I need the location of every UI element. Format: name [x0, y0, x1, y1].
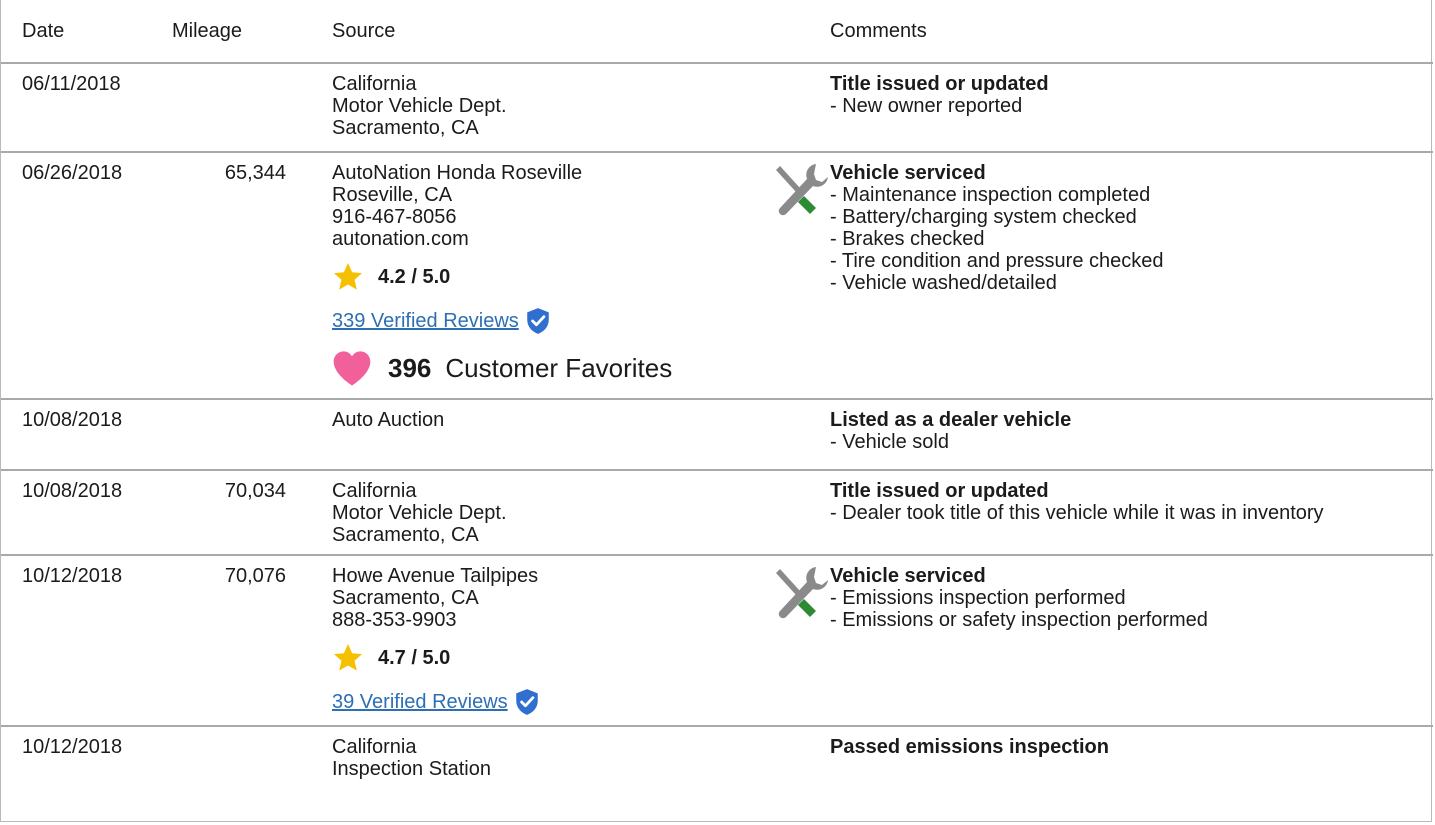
source-line: California [332, 736, 417, 758]
rating: 4.2 / 5.0 [332, 260, 751, 294]
comment-item: - Dealer took title of this vehicle whil… [830, 502, 1324, 524]
comment-title: Title issued or updated [830, 480, 1049, 502]
source-line: Sacramento, CA [332, 587, 479, 609]
source-line: Sacramento, CA [332, 524, 479, 546]
comment-item: - Emissions or safety inspection perform… [830, 609, 1208, 631]
vehicle-history-table: Date Mileage Source Comments 06/11/2018 … [1, 0, 1433, 788]
header-mileage: Mileage [152, 0, 312, 64]
table-header-row: Date Mileage Source Comments [1, 0, 1433, 64]
comments-cell: Passed emissions inspection [752, 726, 1433, 788]
customer-favorites: 396 Customer Favorites [332, 346, 751, 390]
mileage-cell: 70,034 [152, 470, 312, 556]
source-line: Auto Auction [332, 409, 445, 431]
source-line: Roseville, CA [332, 184, 453, 206]
source-cell: Auto Auction [312, 399, 752, 471]
source-line: Howe Avenue Tailpipes [332, 565, 539, 587]
star-icon [334, 263, 362, 290]
rating: 4.7 / 5.0 [332, 641, 751, 675]
heart-icon [333, 351, 371, 386]
verified-reviews-link[interactable]: 339 Verified Reviews [332, 310, 519, 332]
table-row: 06/26/2018 65,344 AutoNation Honda Rosev… [1, 152, 1433, 400]
mileage-cell: 65,344 [152, 152, 312, 400]
comment-title: Title issued or updated [830, 73, 1049, 95]
mileage-cell [152, 399, 312, 471]
table-row: 10/08/2018 Auto Auction Listed as a deal… [1, 399, 1433, 471]
comment-item: - Tire condition and pressure checked [830, 250, 1164, 272]
vehicle-history-table-frame: Date Mileage Source Comments 06/11/2018 … [0, 0, 1433, 822]
date-cell: 10/08/2018 [1, 470, 152, 556]
comment-item: - Vehicle washed/detailed [830, 272, 1057, 294]
date-cell: 10/12/2018 [1, 555, 152, 727]
source-line: 888-353-9903 [332, 609, 457, 631]
source-line: Motor Vehicle Dept. [332, 95, 507, 117]
table-row: 06/11/2018 California Motor Vehicle Dept… [1, 63, 1433, 153]
comments-cell: Title issued or updated - New owner repo… [752, 63, 1433, 153]
table-row: 10/12/2018 70,076 Howe Avenue Tailpipes … [1, 555, 1433, 727]
comments-cell: Vehicle serviced - Maintenance inspectio… [752, 152, 1433, 400]
header-comments: Comments [752, 0, 1433, 64]
mileage-cell [152, 726, 312, 788]
comment-title: Vehicle serviced [830, 565, 986, 587]
date-cell: 10/08/2018 [1, 399, 152, 471]
table-row: 10/08/2018 70,034 California Motor Vehic… [1, 470, 1433, 556]
reviews: 339 Verified Reviews [332, 306, 751, 336]
source-cell: AutoNation Honda Roseville Roseville, CA… [312, 152, 752, 400]
star-icon [334, 644, 362, 671]
comments-cell: Listed as a dealer vehicle - Vehicle sol… [752, 399, 1433, 471]
favorites-label: Customer Favorites [445, 353, 673, 383]
source-cell: California Motor Vehicle Dept. Sacrament… [312, 470, 752, 556]
favorites-count: 396 [388, 353, 432, 383]
source-line: AutoNation Honda Roseville [332, 162, 583, 184]
date-cell: 10/12/2018 [22, 736, 123, 758]
comment-item: - New owner reported [830, 95, 1023, 117]
comment-title: Vehicle serviced [830, 162, 986, 184]
verified-shield-icon [527, 308, 549, 334]
comment-title: Passed emissions inspection [830, 736, 1109, 758]
source-line: Inspection Station [332, 758, 491, 780]
verified-reviews-link[interactable]: 39 Verified Reviews [332, 691, 508, 713]
header-source: Source [312, 0, 752, 64]
source-line: Sacramento, CA [332, 117, 479, 139]
comment-item: - Maintenance inspection completed [830, 184, 1151, 206]
table-row: 10/12/2018 California Inspection Station… [1, 726, 1433, 788]
comments-cell: Title issued or updated - Dealer took ti… [752, 470, 1433, 556]
source-line: California [332, 480, 417, 502]
header-date: Date [1, 0, 152, 64]
comment-item: - Brakes checked [830, 228, 985, 250]
source-line: 916-467-8056 [332, 206, 457, 228]
service-wrench-screwdriver-icon [776, 164, 828, 216]
comment-item: - Battery/charging system checked [830, 206, 1137, 228]
date-cell: 06/11/2018 [1, 63, 152, 153]
source-cell: California Inspection Station [312, 726, 752, 788]
rating-score: 4.7 / 5.0 [378, 647, 451, 669]
comment-item: - Vehicle sold [830, 431, 949, 453]
reviews: 39 Verified Reviews [332, 687, 751, 717]
source-cell: Howe Avenue Tailpipes Sacramento, CA 888… [312, 555, 752, 727]
comment-title: Listed as a dealer vehicle [830, 409, 1072, 431]
source-cell: California Motor Vehicle Dept. Sacrament… [312, 63, 752, 153]
comment-item: - Emissions inspection performed [830, 587, 1126, 609]
mileage-cell [152, 63, 312, 153]
source-line: autonation.com [332, 228, 469, 250]
source-line: Motor Vehicle Dept. [332, 502, 507, 524]
verified-shield-icon [515, 689, 538, 715]
date-cell: 06/26/2018 [1, 152, 152, 400]
comments-cell: Vehicle serviced - Emissions inspection … [752, 555, 1433, 727]
mileage-cell: 70,076 [152, 555, 312, 727]
rating-score: 4.2 / 5.0 [378, 266, 451, 288]
source-line: California [332, 73, 417, 95]
service-wrench-screwdriver-icon [776, 567, 828, 619]
